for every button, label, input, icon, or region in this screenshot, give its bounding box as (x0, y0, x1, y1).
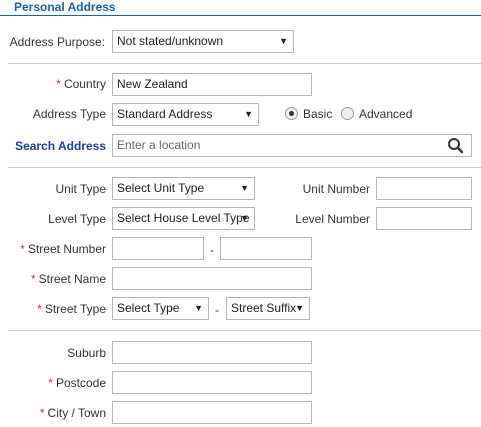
radio-advanced-label: Advanced (359, 107, 413, 121)
street-number-from-field[interactable] (112, 237, 204, 260)
required-marker: * (20, 242, 25, 256)
city-label-text: City / Town (47, 406, 106, 420)
city-field[interactable] (112, 401, 312, 424)
postcode-field[interactable] (112, 371, 312, 394)
street-number-label: * Street Number (0, 242, 106, 256)
street-type-select[interactable]: Select Type ▼ (112, 297, 209, 320)
street-number-label-text: Street Number (27, 242, 106, 256)
unit-type-select[interactable]: Select Unit Type ▼ (112, 177, 255, 200)
postcode-label: * Postcode (0, 376, 106, 390)
unit-number-field[interactable] (376, 177, 472, 200)
divider (8, 167, 481, 168)
unit-type-value: Select Unit Type (117, 181, 205, 195)
chevron-down-icon: ▼ (240, 183, 249, 193)
divider (8, 330, 481, 331)
unit-number-label: Unit Number (302, 182, 370, 196)
country-label-text: Country (63, 77, 106, 91)
street-number-separator: - (210, 243, 214, 257)
street-name-label-text: Street Name (38, 272, 106, 286)
street-name-field[interactable] (112, 267, 312, 290)
section-title-underline (0, 15, 481, 16)
section-title: Personal Address (14, 0, 116, 14)
divider (8, 63, 481, 64)
level-number-field[interactable] (376, 207, 472, 230)
chevron-down-icon: ▼ (194, 303, 203, 313)
street-type-label-text: Street Type (44, 302, 106, 316)
address-purpose-value: Not stated/unknown (117, 34, 224, 48)
street-type-value: Select Type (117, 301, 180, 315)
chevron-down-icon: ▼ (295, 303, 304, 313)
unit-type-label: Unit Type (55, 182, 106, 196)
required-marker: * (30, 272, 36, 286)
street-suffix-select[interactable]: Street Suffix ▼ (226, 297, 310, 320)
street-name-label: * Street Name (0, 272, 106, 286)
radio-advanced[interactable] (341, 107, 354, 120)
chevron-down-icon: ▼ (240, 213, 249, 223)
search-address-label: Search Address (15, 139, 106, 153)
address-type-select[interactable]: Standard Address ▼ (112, 103, 259, 126)
required-marker: * (37, 302, 42, 316)
radio-basic-label: Basic (303, 107, 333, 121)
country-field[interactable]: New Zealand (112, 73, 312, 96)
required-marker: * (48, 376, 53, 390)
address-purpose-label: Address Purpose: (9, 35, 105, 49)
address-type-label: Address Type (32, 107, 106, 121)
country-label: * Country (0, 77, 106, 91)
level-type-label: Level Type (48, 212, 106, 226)
postcode-label-text: Postcode (55, 376, 106, 390)
street-type-separator: - (215, 303, 219, 317)
level-type-select[interactable]: Select House Level Type ▼ (112, 207, 255, 230)
address-type-value: Standard Address (117, 107, 213, 121)
street-suffix-value: Street Suffix (231, 301, 297, 315)
level-type-value: Select House Level Type (117, 211, 250, 225)
suburb-field[interactable] (112, 341, 312, 364)
required-marker: * (56, 77, 61, 91)
suburb-label: Suburb (67, 346, 106, 360)
radio-basic[interactable] (285, 107, 298, 120)
chevron-down-icon: ▼ (279, 36, 288, 46)
street-type-label: * Street Type (0, 302, 106, 316)
search-address-placeholder: Enter a location (117, 138, 201, 152)
chevron-down-icon: ▼ (244, 109, 253, 119)
search-icon[interactable] (447, 137, 464, 154)
level-number-label: Level Number (295, 212, 370, 226)
city-label: * City / Town (0, 406, 106, 420)
required-marker: * (39, 406, 45, 420)
search-address-input[interactable]: Enter a location (112, 134, 472, 157)
address-purpose-select[interactable]: Not stated/unknown ▼ (112, 30, 294, 53)
street-number-to-field[interactable] (220, 237, 312, 260)
